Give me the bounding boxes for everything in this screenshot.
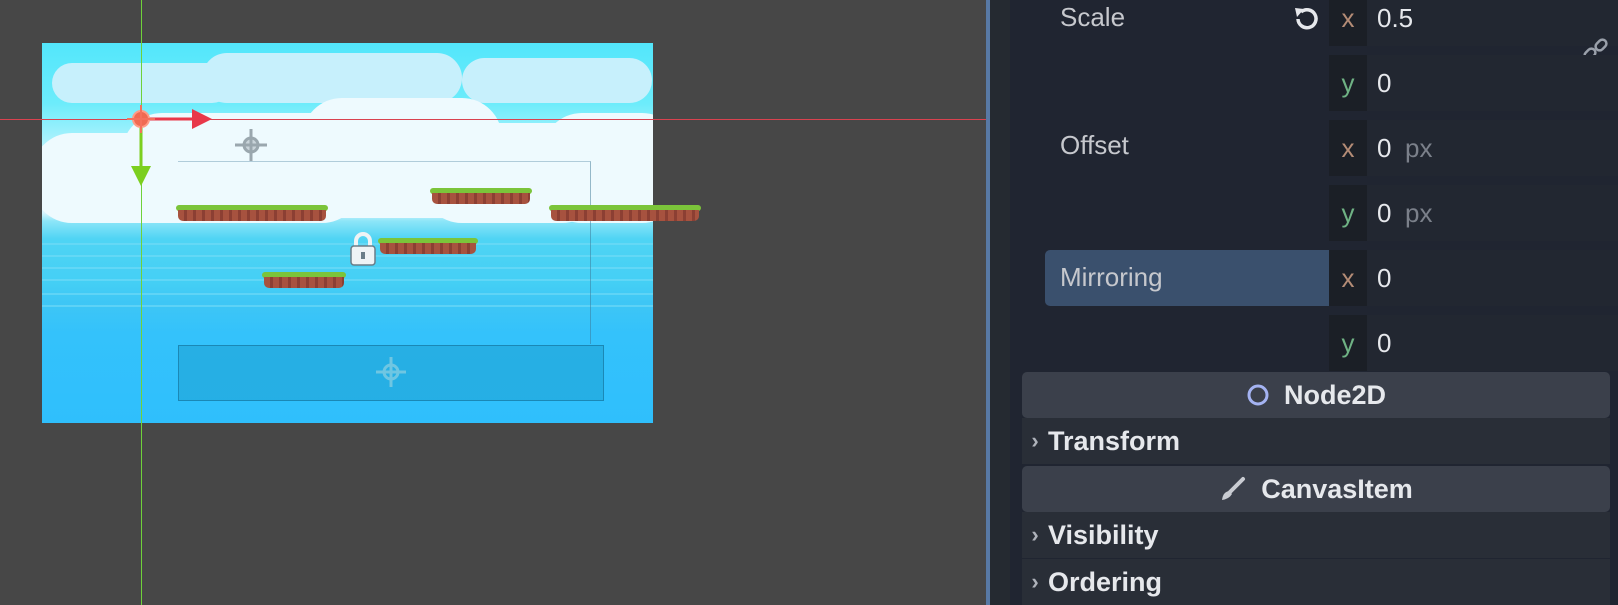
selection-rect[interactable] xyxy=(178,345,604,401)
category-title-ordering: Ordering xyxy=(1048,566,1163,597)
platform[interactable] xyxy=(549,205,701,221)
platform[interactable] xyxy=(262,272,346,288)
property-label-mirroring: Mirroring xyxy=(1060,262,1163,292)
section-header-canvasitem: CanvasItem xyxy=(1022,466,1610,512)
brush-icon xyxy=(1222,477,1246,500)
platform[interactable] xyxy=(430,188,532,204)
category-transform[interactable]: › Transform xyxy=(1022,418,1610,464)
category-ordering[interactable]: › Ordering xyxy=(1022,559,1610,605)
platform[interactable] xyxy=(378,238,478,254)
section-header-node2d: Node2D xyxy=(1022,372,1610,418)
pivot-icon xyxy=(376,357,406,387)
property-label-offset: Offset xyxy=(1060,130,1129,160)
category-title-visibility: Visibility xyxy=(1048,519,1159,550)
mirroring-x-field[interactable]: 0 xyxy=(1377,250,1391,306)
offset-x-field[interactable]: 0 xyxy=(1377,120,1391,176)
mirroring-x-axis-label: x xyxy=(1329,250,1367,306)
canvas-viewport[interactable] xyxy=(0,0,986,605)
chevron-right-icon: › xyxy=(1031,522,1039,547)
revert-icon[interactable] xyxy=(1292,4,1322,34)
inspector-panel: Scale x 0.5 y 0 Offset x 0 px y 0 px Mir… xyxy=(1010,0,1618,605)
scale-x-axis-label: x xyxy=(1329,0,1367,46)
node2d-circle-icon xyxy=(1247,384,1269,406)
offset-y-axis-label: y xyxy=(1329,185,1367,241)
section-title-node2d: Node2D xyxy=(1283,379,1386,410)
section-title-canvasitem: CanvasItem xyxy=(1261,473,1413,504)
y-axis-guide xyxy=(141,0,142,605)
offset-y-field[interactable]: 0 xyxy=(1377,185,1391,241)
category-title-transform: Transform xyxy=(1048,425,1181,456)
offset-y-unit: px xyxy=(1405,198,1433,228)
mirroring-y-axis-label: y xyxy=(1329,315,1367,371)
offset-x-axis-label: x xyxy=(1329,120,1367,176)
property-label-scale: Scale xyxy=(1060,2,1126,32)
chevron-right-icon: › xyxy=(1031,569,1039,594)
pivot-icon[interactable] xyxy=(234,128,268,162)
platform[interactable] xyxy=(176,205,328,221)
dock-gutter xyxy=(990,0,1010,605)
move-gizmo-icon[interactable] xyxy=(124,102,224,192)
lock-icon[interactable] xyxy=(348,231,378,267)
mirroring-y-field[interactable]: 0 xyxy=(1377,315,1391,371)
scale-y-axis-label: y xyxy=(1329,55,1367,111)
scale-x-field[interactable]: 0.5 xyxy=(1377,0,1413,46)
category-visibility[interactable]: › Visibility xyxy=(1022,512,1610,558)
chevron-right-icon: › xyxy=(1031,428,1039,453)
scale-y-field[interactable]: 0 xyxy=(1377,55,1391,111)
offset-x-unit: px xyxy=(1405,133,1433,163)
